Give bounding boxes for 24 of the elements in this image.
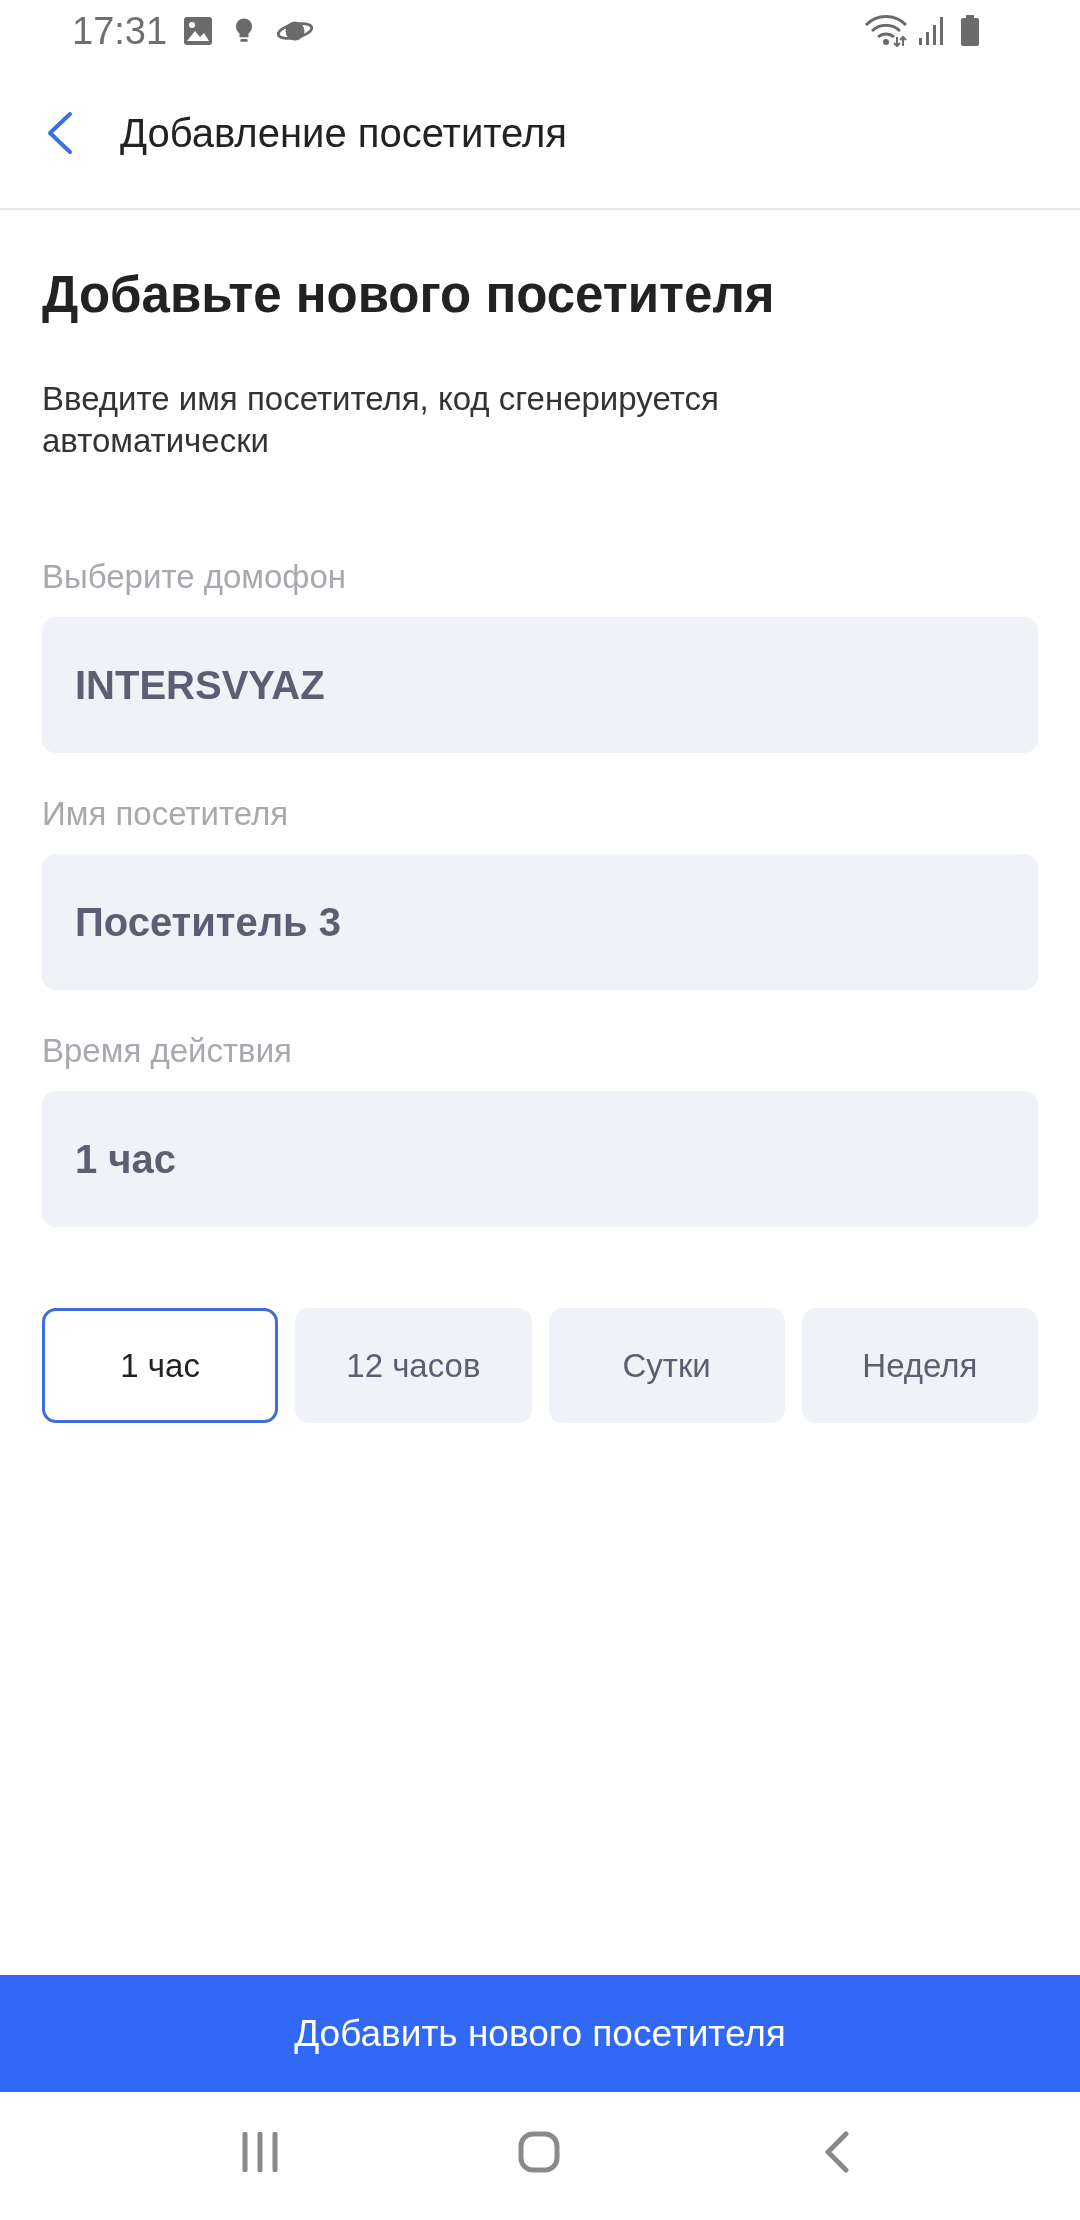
image-icon <box>183 16 214 46</box>
description-text: Введите имя посетителя, код сгенерируется автоматически <box>42 379 720 461</box>
field-label: Время действия <box>42 1031 292 1071</box>
duration-option[interactable]: 1 час <box>42 1308 279 1423</box>
duration-option[interactable]: Сутки <box>548 1308 785 1423</box>
signal-icon <box>918 16 944 46</box>
lightbulb-icon <box>235 17 254 45</box>
field-label: Выберите домофон <box>42 557 347 597</box>
page-heading: Добавьте нового посетителя <box>42 265 775 325</box>
battery-icon <box>960 15 980 47</box>
home-icon[interactable] <box>518 2131 560 2173</box>
input-field[interactable]: 1 час <box>42 1091 1038 1227</box>
screen-title: Добавление посетителя <box>120 110 567 156</box>
back-icon[interactable] <box>824 2131 850 2173</box>
add-visitor-button[interactable]: Добавить нового посетителя <box>0 1975 1080 2092</box>
duration-option[interactable]: Неделя <box>801 1308 1038 1423</box>
wifi-icon <box>864 15 908 47</box>
back-icon[interactable] <box>45 111 73 155</box>
status-time: 17:31 <box>72 12 168 50</box>
field-label: Имя посетителя <box>42 794 289 834</box>
input-field[interactable]: INTERSVYAZ <box>42 617 1038 753</box>
input-field[interactable]: Посетитель 3 <box>42 854 1038 990</box>
duration-option[interactable]: 12 часов <box>295 1308 532 1423</box>
recent-apps-icon[interactable] <box>242 2132 278 2172</box>
